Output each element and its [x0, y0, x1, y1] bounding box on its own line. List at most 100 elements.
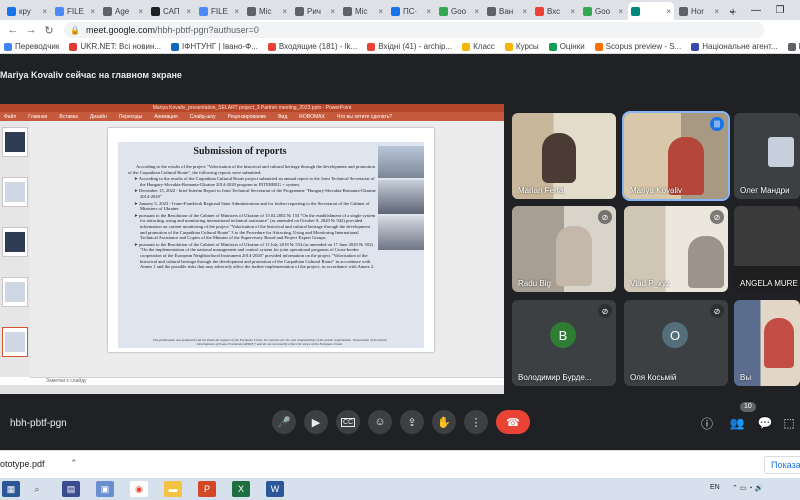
bookmark-item[interactable]: UKR.NET: Всі новин...	[69, 42, 161, 51]
meeting-info-icon[interactable]: ⓘ	[698, 414, 716, 432]
slide-thumbnail[interactable]	[2, 177, 28, 207]
download-item[interactable]: ototype.pdf	[0, 459, 45, 469]
bookmark-item[interactable]: Scopus preview - S...	[594, 42, 681, 51]
ribbon-tab[interactable]: Главная	[28, 114, 47, 120]
start-icon[interactable]: ▦	[2, 481, 20, 497]
browser-tab[interactable]: Goo ×	[436, 2, 482, 20]
slide-notes[interactable]: Заметки к слайду	[30, 377, 504, 385]
ribbon-tab[interactable]: Файл	[4, 114, 16, 120]
url-input[interactable]: 🔒 meet.google.com/hbh-pbtf-pgn?authuser=…	[64, 22, 764, 38]
bookmark-item[interactable]: Оцінки	[548, 42, 585, 51]
close-tab-icon[interactable]: ×	[618, 7, 623, 16]
keyboard-language[interactable]: EN	[710, 484, 720, 491]
ribbon-tab[interactable]: Вставка	[59, 114, 78, 120]
browser-tab[interactable]: Hor ×	[676, 2, 722, 20]
leave-call-button[interactable]: ☎	[496, 410, 530, 434]
close-tab-icon[interactable]: ×	[234, 7, 239, 16]
browser-tab[interactable]: ПС· ×	[388, 2, 434, 20]
chevron-down-icon[interactable]: ⌃	[70, 458, 78, 469]
back-icon[interactable]: ←	[4, 21, 22, 39]
folder-icon[interactable]: ▬	[164, 481, 182, 497]
close-tab-icon[interactable]: ×	[522, 7, 527, 16]
activities-icon[interactable]: ⬚	[780, 414, 798, 432]
browser-tab[interactable]: FILE ×	[52, 2, 98, 20]
excel-icon[interactable]: X	[232, 481, 250, 497]
ribbon-tab[interactable]: Что вы хотите сделать?	[337, 114, 392, 120]
close-tab-icon[interactable]: ×	[714, 7, 719, 16]
slide-thumbnail[interactable]	[2, 227, 28, 257]
tab-search-icon[interactable]: ⌄	[720, 0, 744, 20]
ribbon-tab[interactable]: Слайд-шоу	[190, 114, 216, 120]
word-icon[interactable]: W	[266, 481, 284, 497]
participant-tile[interactable]: Marian Fertal	[512, 113, 616, 199]
participant-tile-speaking[interactable]: ||| Mariya Kovaliv	[622, 111, 730, 201]
participant-tile[interactable]: ANGELA MURE	[734, 206, 800, 292]
reload-icon[interactable]: ↻	[40, 21, 58, 39]
show-all-downloads-button[interactable]: Показа	[764, 456, 800, 474]
close-tab-icon[interactable]: ×	[330, 7, 335, 16]
ribbon-tab[interactable]: ROBOMAX	[299, 114, 325, 120]
bookmark-item[interactable]: Класс	[462, 42, 495, 51]
tray-icons[interactable]: ⌃ ▭ ◔ 🔊	[732, 484, 763, 492]
close-tab-icon[interactable]: ×	[42, 7, 47, 16]
ribbon-tab[interactable]: Рецензирование	[228, 114, 267, 120]
browser-tab[interactable]: Ван ×	[484, 2, 530, 20]
browser-tab[interactable]: FILE ×	[196, 2, 242, 20]
slide-thumbnail-selected[interactable]	[2, 327, 28, 357]
participant-tile[interactable]: О ⊘ Оля Косьмій	[624, 300, 728, 386]
app-icon[interactable]: ▣	[96, 481, 114, 497]
chat-icon[interactable]: 💬	[756, 414, 774, 432]
maximize-icon[interactable]: ❐	[768, 0, 792, 20]
browser-tab[interactable]: Mic ×	[340, 2, 386, 20]
bookmark-item[interactable]: Вхідні (41) - archip...	[367, 42, 452, 51]
bookmark-item[interactable]: Lkonsevich@nung.e...	[787, 42, 800, 51]
browser-tab[interactable]: Goo ×	[580, 2, 626, 20]
close-tab-icon[interactable]: ×	[666, 7, 671, 16]
captions-button[interactable]: CC	[336, 410, 360, 434]
participant-tile[interactable]: ⊘ Radu Big	[512, 206, 616, 292]
browser-tab[interactable]: ×	[628, 2, 674, 20]
close-tab-icon[interactable]: ×	[186, 7, 191, 16]
close-tab-icon[interactable]: ×	[378, 7, 383, 16]
participant-tile[interactable]: ⊘ Vlad P_xyz	[624, 206, 728, 292]
bookmark-item[interactable]: Курсы	[504, 42, 539, 51]
forward-icon[interactable]: →	[22, 21, 40, 39]
bookmark-item[interactable]: Переводчик	[4, 42, 59, 51]
raise-hand-button[interactable]: ✋	[432, 410, 456, 434]
emoji-button[interactable]: ☺	[368, 410, 392, 434]
powerpoint-icon[interactable]: P	[198, 481, 216, 497]
slide-thumbnail[interactable]	[2, 277, 28, 307]
mic-button[interactable]: 🎤	[272, 410, 296, 434]
close-tab-icon[interactable]: ×	[282, 7, 287, 16]
close-tab-icon[interactable]: ×	[570, 7, 575, 16]
browser-tab[interactable]: Вхс ×	[532, 2, 578, 20]
slide-thumbnail[interactable]	[2, 127, 28, 157]
participant-tile[interactable]: Олег Мандри	[734, 113, 800, 199]
app-icon[interactable]: ▤	[62, 481, 80, 497]
ribbon-tab[interactable]: Вид	[278, 114, 287, 120]
close-tab-icon[interactable]: ×	[426, 7, 431, 16]
ribbon-tab[interactable]: Дизайн	[90, 114, 107, 120]
ribbon-tab[interactable]: Анимация	[154, 114, 177, 120]
chrome-icon[interactable]: ◉	[130, 481, 148, 497]
present-button[interactable]: ⇪	[400, 410, 424, 434]
bookmark-item[interactable]: Національне агент...	[691, 42, 778, 51]
browser-tab[interactable]: кру ×	[4, 2, 50, 20]
ribbon-tab[interactable]: Переходы	[119, 114, 142, 120]
browser-tab[interactable]: Рич ×	[292, 2, 338, 20]
search-icon[interactable]: ⌕	[28, 481, 46, 497]
minimize-icon[interactable]: —	[744, 0, 768, 20]
people-icon[interactable]: 👥	[728, 414, 746, 432]
participant-tile-self[interactable]: Вы	[734, 300, 800, 386]
browser-tab[interactable]: САП ×	[148, 2, 194, 20]
more-options-button[interactable]: ⋮	[464, 410, 488, 434]
close-tab-icon[interactable]: ×	[474, 7, 479, 16]
browser-tab[interactable]: Mic ×	[244, 2, 290, 20]
participant-tile[interactable]: В ⊘ Володимир Бурде...	[512, 300, 616, 386]
bookmark-item[interactable]: ІФНТУНГ | Івано-Ф...	[171, 42, 258, 51]
bookmark-item[interactable]: Входящие (181) - lk...	[267, 42, 357, 51]
camera-button[interactable]: ▶	[304, 410, 328, 434]
browser-tab[interactable]: Age ×	[100, 2, 146, 20]
close-tab-icon[interactable]: ×	[138, 7, 143, 16]
close-tab-icon[interactable]: ×	[90, 7, 95, 16]
